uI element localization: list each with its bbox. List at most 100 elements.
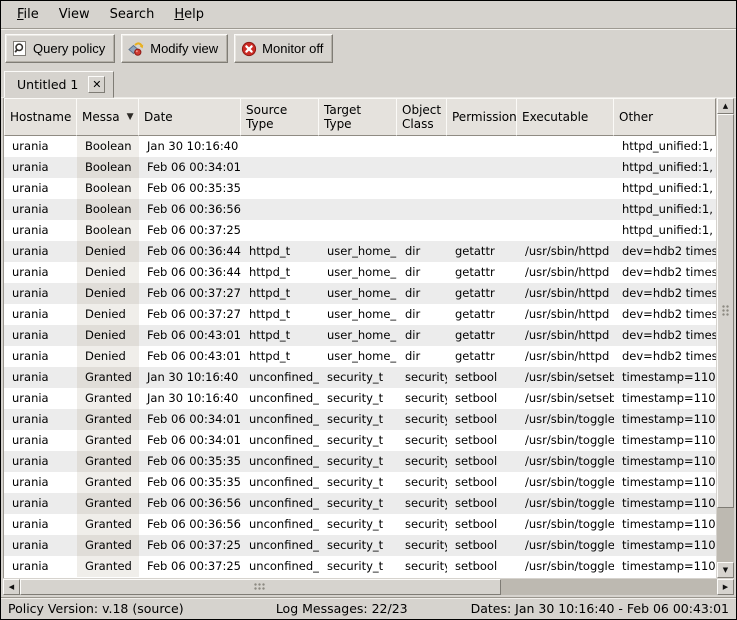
table-cell: unconfined_ [241, 472, 319, 493]
table-row[interactable]: uraniaGrantedFeb 06 00:36:56unconfined_s… [4, 514, 716, 535]
tab-untitled-1[interactable]: Untitled 1 ✕ [4, 71, 114, 98]
table-cell: setbool [447, 556, 517, 577]
column-header-other[interactable]: Other [613, 98, 716, 136]
table-row[interactable]: uraniaGrantedFeb 06 00:34:01unconfined_s… [4, 409, 716, 430]
table-cell [319, 199, 397, 220]
table-row[interactable]: uraniaGrantedFeb 06 00:36:56unconfined_s… [4, 493, 716, 514]
tab-close-button[interactable]: ✕ [88, 76, 105, 93]
table-cell [447, 136, 517, 157]
table-row[interactable]: uraniaDeniedFeb 06 00:37:27httpd_tuser_h… [4, 304, 716, 325]
menu-file[interactable]: File [7, 3, 49, 26]
table-cell [517, 157, 614, 178]
column-header-source-type[interactable]: Source Type [240, 98, 319, 136]
table-cell: /usr/sbin/toggle [517, 472, 614, 493]
horizontal-scrollbar-thumb[interactable] [20, 579, 501, 595]
column-header-date[interactable]: Date [138, 98, 241, 136]
table-row[interactable]: uraniaBooleanFeb 06 00:36:56httpd_unifie… [4, 199, 716, 220]
table-cell: urania [4, 346, 77, 367]
table-cell: urania [4, 157, 77, 178]
horizontal-scrollbar-track[interactable] [20, 579, 717, 595]
vertical-scrollbar-thumb[interactable] [717, 114, 734, 508]
table-row[interactable]: uraniaDeniedFeb 06 00:43:01httpd_tuser_h… [4, 325, 716, 346]
column-header-label: Date [144, 110, 173, 124]
scroll-right-button[interactable]: ▶ [717, 579, 734, 595]
menu-view[interactable]: View [49, 3, 100, 26]
table-row[interactable]: uraniaBooleanFeb 06 00:34:01httpd_unifie… [4, 157, 716, 178]
column-header-label: Hostname [10, 110, 71, 124]
table-cell: urania [4, 325, 77, 346]
horizontal-scrollbar[interactable]: ◀ ▶ [3, 579, 734, 595]
column-header-messa[interactable]: Messa▼ [76, 98, 139, 136]
table-cell: unconfined_ [241, 514, 319, 535]
modify-view-button[interactable]: Modify view [121, 34, 228, 63]
log-table: Hostname Messa▼ Date Source TypeTarget Type… [3, 98, 716, 578]
table-row[interactable]: uraniaGrantedFeb 06 00:37:25unconfined_s… [4, 556, 716, 577]
vertical-scrollbar-track[interactable] [717, 114, 734, 562]
column-header-label: Target Type [324, 103, 391, 131]
scroll-left-button[interactable]: ◀ [3, 579, 20, 595]
table-row[interactable]: uraniaDeniedFeb 06 00:37:27httpd_tuser_h… [4, 283, 716, 304]
menu-help[interactable]: Help [164, 3, 214, 26]
table-cell [241, 157, 319, 178]
table-cell: Boolean [77, 157, 139, 178]
table-cell [319, 178, 397, 199]
table-row[interactable]: uraniaGrantedFeb 06 00:34:01unconfined_s… [4, 430, 716, 451]
query-policy-button[interactable]: Query policy [5, 34, 115, 63]
table-row[interactable]: uraniaGrantedJan 30 10:16:40unconfined_s… [4, 388, 716, 409]
table-row[interactable]: uraniaGrantedFeb 06 00:35:35unconfined_s… [4, 472, 716, 493]
table-cell: Granted [77, 430, 139, 451]
table-row[interactable]: uraniaGrantedFeb 06 00:37:25unconfined_s… [4, 535, 716, 556]
monitor-off-icon [241, 41, 257, 57]
table-cell: timestamp=11076 [614, 409, 716, 430]
table-cell: httpd_t [241, 346, 319, 367]
table-cell: security_t [319, 451, 397, 472]
table-row[interactable]: uraniaBooleanFeb 06 00:37:25httpd_unifie… [4, 220, 716, 241]
column-header-executable[interactable]: Executable [516, 98, 614, 136]
table-row[interactable]: uraniaDeniedFeb 06 00:43:01httpd_tuser_h… [4, 346, 716, 367]
vertical-scrollbar[interactable]: ▲ ▼ [717, 98, 734, 578]
table-cell: Feb 06 00:37:25 [139, 556, 241, 577]
tab-bar: Untitled 1 ✕ [1, 67, 736, 98]
monitor-off-button[interactable]: Monitor off [234, 34, 333, 63]
table-cell: Feb 06 00:34:01 [139, 430, 241, 451]
table-cell: Boolean [77, 199, 139, 220]
table-row[interactable]: uraniaDeniedFeb 06 00:36:44httpd_tuser_h… [4, 241, 716, 262]
table-cell: httpd_unified:1, h [614, 199, 716, 220]
table-row[interactable]: uraniaGrantedJan 30 10:16:40unconfined_s… [4, 367, 716, 388]
table-cell: Jan 30 10:16:40 [139, 367, 241, 388]
table-cell: Granted [77, 514, 139, 535]
table-row[interactable]: uraniaGrantedFeb 06 00:35:35unconfined_s… [4, 451, 716, 472]
table-cell: urania [4, 241, 77, 262]
table-cell: setbool [447, 472, 517, 493]
table-cell: getattr [447, 241, 517, 262]
table-cell: timestamp=11076 [614, 493, 716, 514]
scroll-down-button[interactable]: ▼ [717, 562, 734, 578]
column-header-target-type[interactable]: Target Type [318, 98, 397, 136]
table-cell: dir [397, 283, 447, 304]
scroll-up-button[interactable]: ▲ [717, 98, 734, 114]
table-cell [319, 136, 397, 157]
table-cell: unconfined_ [241, 367, 319, 388]
column-header-permission[interactable]: Permission [446, 98, 517, 136]
table-cell: Feb 06 00:37:27 [139, 304, 241, 325]
table-cell [517, 199, 614, 220]
table-cell [397, 178, 447, 199]
table-cell: Granted [77, 556, 139, 577]
table-cell: security [397, 556, 447, 577]
table-cell [397, 199, 447, 220]
table-cell: user_home_ [319, 241, 397, 262]
table-row[interactable]: uraniaBooleanFeb 06 00:35:35httpd_unifie… [4, 178, 716, 199]
table-cell: urania [4, 388, 77, 409]
table-row[interactable]: uraniaBooleanJan 30 10:16:40httpd_unifie… [4, 136, 716, 157]
table-cell: urania [4, 262, 77, 283]
column-header-object-class[interactable]: Object Class [396, 98, 447, 136]
table-cell: Feb 06 00:36:44 [139, 262, 241, 283]
table-cell [241, 178, 319, 199]
table-cell: Boolean [77, 220, 139, 241]
table-row[interactable]: uraniaDeniedFeb 06 00:36:44httpd_tuser_h… [4, 262, 716, 283]
column-header-hostname[interactable]: Hostname [4, 98, 77, 136]
modify-view-icon [128, 41, 145, 57]
menu-search[interactable]: Search [100, 3, 165, 26]
table-cell: Granted [77, 367, 139, 388]
table-cell: user_home_ [319, 346, 397, 367]
